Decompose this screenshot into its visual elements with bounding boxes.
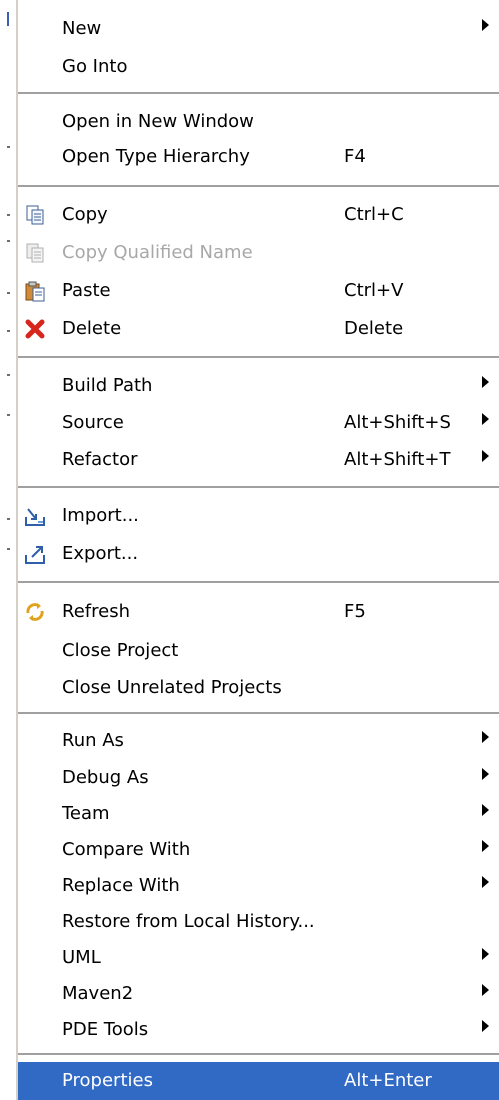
menu-item-replace-with[interactable]: Replace With	[18, 867, 499, 905]
edge-tick	[7, 214, 10, 216]
menu-item-label: Source	[62, 412, 124, 433]
menu-item-open-in-new-window[interactable]: Open in New Window	[18, 103, 499, 141]
menu-item-run-as[interactable]: Run As	[18, 722, 499, 760]
menu-item-label: Paste	[62, 280, 111, 301]
submenu-arrow-icon	[482, 19, 489, 31]
menu-separator	[18, 1053, 499, 1056]
submenu-arrow-icon	[482, 804, 489, 816]
edge-tick	[7, 292, 10, 294]
menu-item-delete[interactable]: Delete Delete	[18, 310, 499, 348]
menu-item-open-type-hierarchy[interactable]: Open Type Hierarchy F4	[18, 138, 499, 176]
submenu-arrow-icon	[482, 768, 489, 780]
menu-item-copy[interactable]: Copy Ctrl+C	[18, 196, 499, 234]
menu-item-label: Copy	[62, 204, 108, 225]
menu-item-compare-with[interactable]: Compare With	[18, 831, 499, 869]
menu-item-label: Properties	[62, 1070, 153, 1091]
edge-tick	[7, 240, 10, 242]
menu-item-label: Run As	[62, 730, 124, 751]
submenu-arrow-icon	[482, 376, 489, 388]
edge-tick	[7, 146, 10, 148]
menu-item-label: Build Path	[62, 375, 153, 396]
menu-item-label: Restore from Local History...	[62, 911, 315, 932]
menu-item-label: Debug As	[62, 767, 149, 788]
submenu-arrow-icon	[482, 984, 489, 996]
menu-item-shortcut: Alt+Shift+T	[344, 449, 451, 470]
menu-item-team[interactable]: Team	[18, 795, 499, 833]
menu-item-build-path[interactable]: Build Path	[18, 367, 499, 405]
menu-item-label: UML	[62, 947, 101, 968]
menu-item-label: Close Unrelated Projects	[62, 677, 282, 698]
menu-item-label: Copy Qualified Name	[62, 242, 253, 263]
menu-item-pde-tools[interactable]: PDE Tools	[18, 1011, 499, 1049]
menu-item-label: Close Project	[62, 640, 179, 661]
menu-item-label: Go Into	[62, 56, 128, 77]
submenu-arrow-icon	[482, 840, 489, 852]
context-menu: New Go Into Open in New Window Open Type…	[16, 0, 499, 1100]
menu-item-label: Open Type Hierarchy	[62, 146, 250, 167]
menu-item-label: Refactor	[62, 449, 138, 470]
submenu-arrow-icon	[482, 731, 489, 743]
refresh-icon	[26, 603, 44, 621]
submenu-arrow-icon	[482, 948, 489, 960]
export-icon	[25, 546, 45, 564]
edge-tick	[7, 374, 10, 376]
menu-item-label: Open in New Window	[62, 111, 254, 132]
menu-separator	[18, 92, 499, 95]
menu-separator	[18, 486, 499, 489]
edge-tick	[7, 330, 10, 332]
menu-item-label: Refresh	[62, 601, 130, 622]
menu-item-copy-qualified-name[interactable]: Copy Qualified Name	[18, 234, 499, 272]
menu-item-shortcut: Delete	[344, 318, 404, 339]
menu-item-label: Replace With	[62, 875, 180, 896]
menu-item-shortcut: Alt+Enter	[344, 1070, 432, 1091]
menu-item-close-unrelated-projects[interactable]: Close Unrelated Projects	[18, 669, 499, 707]
submenu-arrow-icon	[482, 876, 489, 888]
menu-item-label: Export...	[62, 543, 139, 564]
menu-item-debug-as[interactable]: Debug As	[18, 759, 499, 797]
menu-item-shortcut: Ctrl+C	[344, 204, 404, 225]
delete-icon	[25, 319, 45, 339]
edge-tick	[7, 548, 10, 550]
edge-tick	[7, 12, 9, 26]
menu-item-export[interactable]: Export...	[18, 535, 499, 573]
copy-icon	[26, 205, 44, 225]
menu-item-refactor[interactable]: Refactor Alt+Shift+T	[18, 441, 499, 479]
menu-separator	[18, 185, 499, 188]
menu-separator	[18, 581, 499, 584]
menu-item-label: Maven2	[62, 983, 134, 1004]
menu-item-shortcut: F4	[344, 146, 366, 167]
menu-item-label: Compare With	[62, 839, 191, 860]
menu-item-properties[interactable]: Properties Alt+Enter	[18, 1062, 499, 1100]
menu-item-label: Delete	[62, 318, 122, 339]
menu-item-paste[interactable]: Paste Ctrl+V	[18, 272, 499, 310]
menu-separator	[18, 356, 499, 359]
menu-item-new[interactable]: New	[18, 10, 499, 48]
menu-item-import[interactable]: Import...	[18, 497, 499, 535]
menu-item-shortcut: Alt+Shift+S	[344, 412, 451, 433]
submenu-arrow-icon	[482, 450, 489, 462]
edge-tick	[7, 414, 10, 416]
menu-item-label: Team	[62, 803, 110, 824]
submenu-arrow-icon	[482, 1020, 489, 1032]
menu-item-restore-from-local-history[interactable]: Restore from Local History...	[18, 903, 499, 941]
menu-item-label: New	[62, 18, 102, 39]
menu-item-uml[interactable]: UML	[18, 939, 499, 977]
menu-item-shortcut: Ctrl+V	[344, 280, 404, 301]
menu-item-label: Import...	[62, 505, 139, 526]
menu-item-close-project[interactable]: Close Project	[18, 632, 499, 670]
submenu-arrow-icon	[482, 413, 489, 425]
menu-item-refresh[interactable]: Refresh F5	[18, 593, 499, 631]
window-left-edge	[0, 0, 14, 1100]
menu-item-maven2[interactable]: Maven2	[18, 975, 499, 1013]
menu-separator	[18, 712, 499, 715]
import-icon	[25, 508, 45, 526]
menu-item-go-into[interactable]: Go Into	[18, 48, 499, 86]
menu-item-source[interactable]: Source Alt+Shift+S	[18, 404, 499, 442]
copy-qualified-name-icon	[26, 243, 44, 263]
menu-item-label: PDE Tools	[62, 1019, 149, 1040]
edge-tick	[7, 518, 10, 520]
paste-icon	[25, 281, 45, 302]
menu-item-shortcut: F5	[344, 601, 366, 622]
